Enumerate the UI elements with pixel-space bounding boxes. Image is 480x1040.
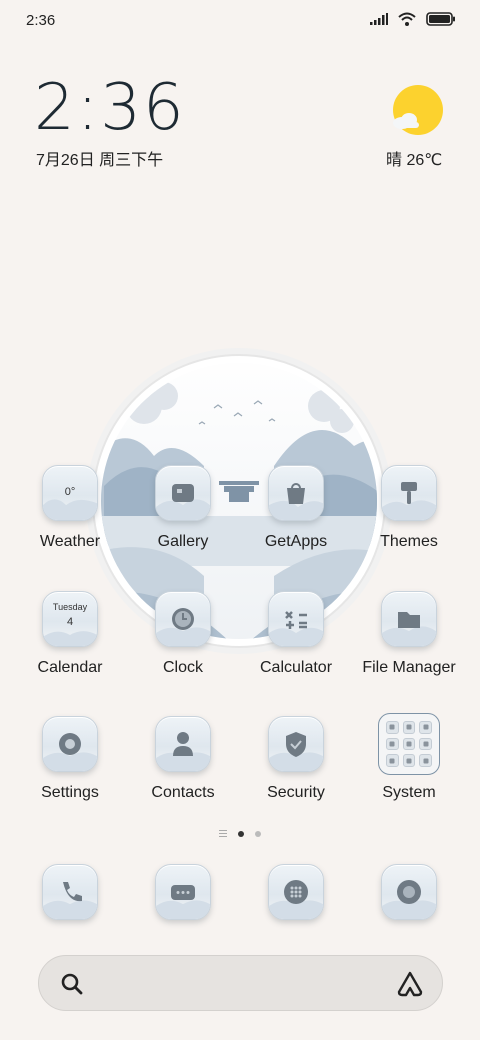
gallery-icon — [155, 465, 211, 521]
app-label: Settings — [41, 784, 99, 801]
sun-icon[interactable] — [391, 84, 445, 136]
shield-icon — [268, 716, 324, 772]
camera-icon — [381, 864, 437, 920]
search-icon[interactable] — [59, 971, 85, 997]
contacts-icon — [155, 716, 211, 772]
status-icons — [370, 12, 456, 26]
calendar-icon-day: Tuesday — [52, 602, 88, 612]
signal-icon — [370, 13, 388, 25]
messages-icon — [155, 864, 211, 920]
dock-browser[interactable] — [236, 864, 356, 920]
weather-widget-text: 晴 26℃ — [386, 152, 443, 169]
app-label: Calculator — [259, 659, 333, 676]
app-security[interactable]: Security — [236, 716, 356, 802]
status-time: 2:36 — [26, 12, 56, 29]
weather-icon: 0° — [42, 465, 98, 521]
assistant-icon[interactable] — [396, 970, 424, 998]
folder-grid-icon — [378, 713, 440, 775]
app-weather[interactable]: 0° Weather — [10, 465, 130, 551]
app-label: Clock — [162, 659, 203, 676]
getapps-icon — [268, 465, 324, 521]
browser-icon — [268, 864, 324, 920]
calculator-icon — [268, 591, 324, 647]
app-contacts[interactable]: Contacts — [123, 716, 243, 802]
battery-icon — [426, 12, 455, 26]
search-bar[interactable] — [38, 955, 443, 1011]
clock-widget-time[interactable]: 2:36 — [34, 76, 186, 140]
app-calendar[interactable]: Tuesday 4 Calendar — [10, 591, 130, 677]
calendar-icon: Tuesday 4 — [42, 591, 98, 647]
app-label: Contacts — [151, 784, 215, 801]
app-label: Weather — [39, 533, 101, 550]
settings-icon — [42, 716, 98, 772]
weather-icon-temp: 0° — [64, 486, 76, 498]
themes-icon — [381, 465, 437, 521]
app-label: Calendar — [37, 659, 103, 676]
app-getapps[interactable]: GetApps — [236, 465, 356, 551]
app-label: File Manager — [362, 659, 456, 676]
page-dot-1[interactable] — [238, 830, 244, 837]
app-drawer-indicator[interactable] — [219, 830, 227, 837]
phone-icon — [42, 864, 98, 920]
folder-icon — [381, 591, 437, 647]
app-folder-system[interactable]: System — [349, 713, 469, 802]
calendar-icon-date: 4 — [66, 616, 74, 628]
dock-camera[interactable] — [349, 864, 469, 920]
app-label: System — [382, 784, 436, 801]
app-file-manager[interactable]: File Manager — [349, 591, 469, 677]
app-themes[interactable]: Themes — [349, 465, 469, 551]
page-dot-2[interactable] — [255, 830, 261, 837]
clock-widget-date: 7月26日 周三下午 — [36, 152, 164, 169]
page-indicator[interactable] — [0, 830, 480, 837]
status-bar: 2:36 — [0, 0, 480, 44]
app-label: Themes — [380, 533, 438, 550]
wifi-icon — [398, 12, 416, 26]
app-label: Gallery — [157, 533, 209, 550]
app-label: GetApps — [264, 533, 328, 550]
app-clock[interactable]: Clock — [123, 591, 243, 677]
dock-messages[interactable] — [123, 864, 243, 920]
app-label: Security — [267, 784, 325, 801]
app-gallery[interactable]: Gallery — [123, 465, 243, 551]
dock-phone[interactable] — [10, 864, 130, 920]
app-calculator[interactable]: Calculator — [236, 591, 356, 677]
app-settings[interactable]: Settings — [10, 716, 130, 802]
clock-icon — [155, 591, 211, 647]
